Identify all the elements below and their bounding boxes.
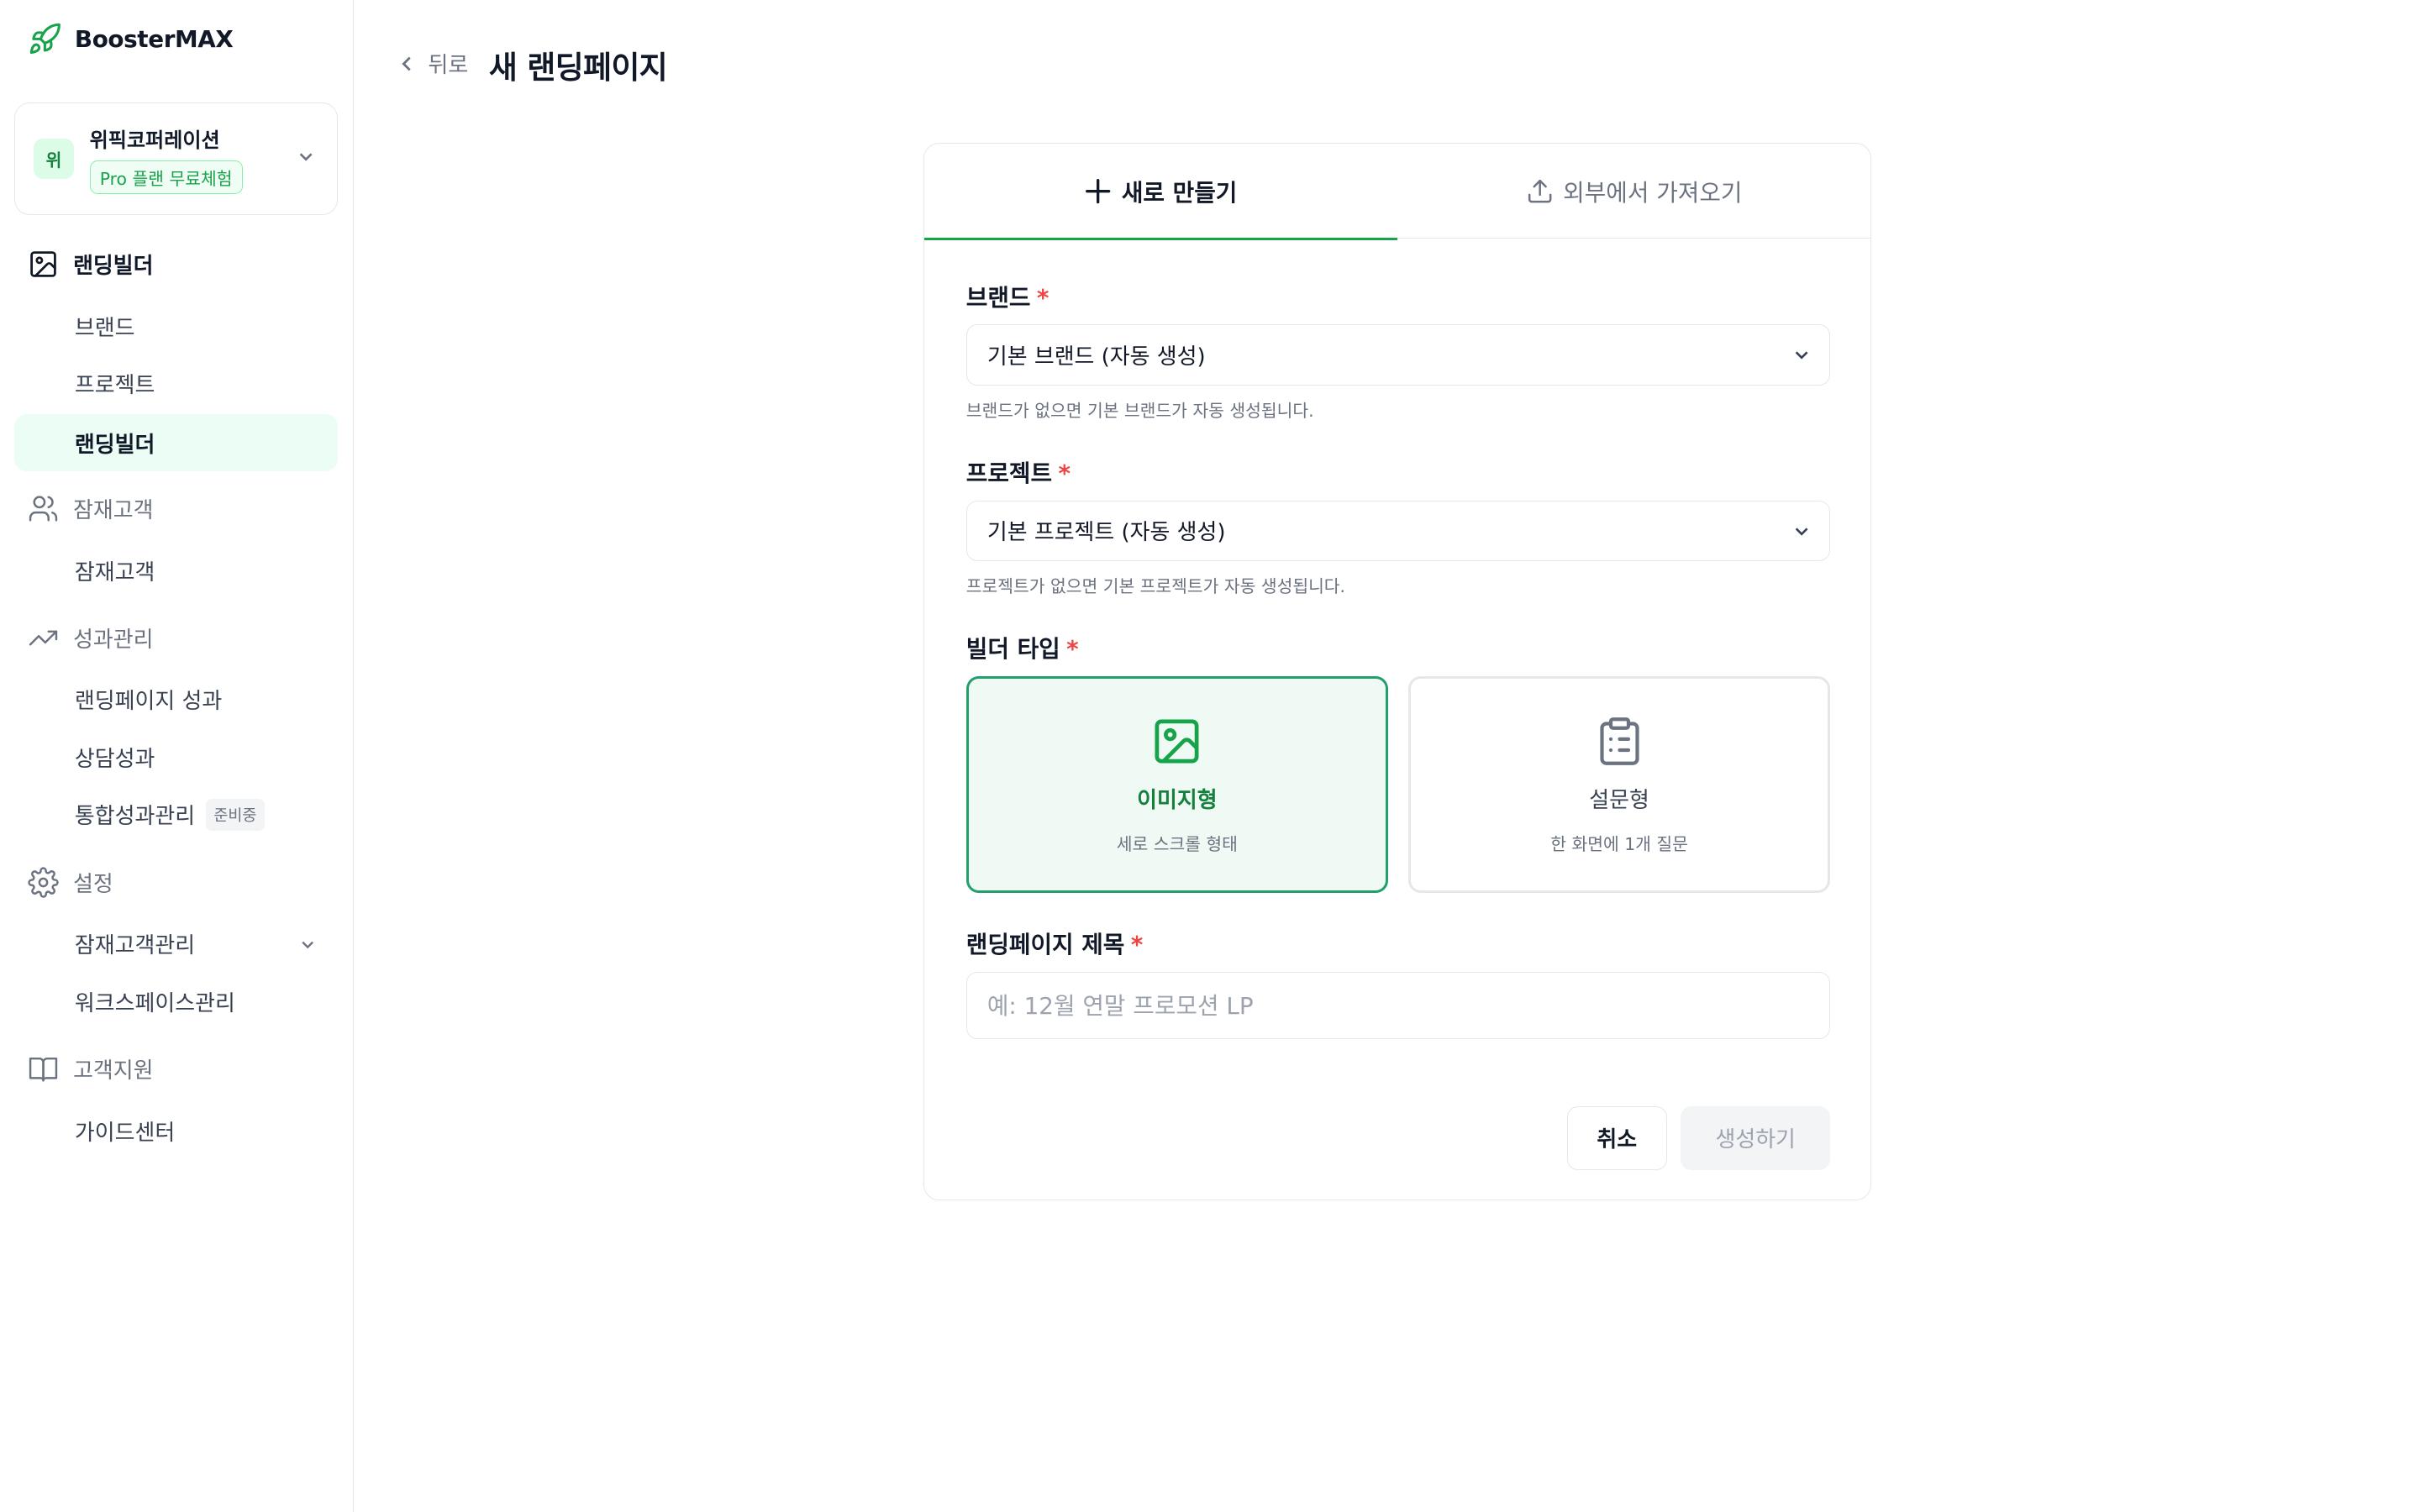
sidebar-item-landing-performance[interactable]: 랜딩페이지 성과 xyxy=(14,671,338,729)
brand-select-value: 기본 브랜드 (자동 생성) xyxy=(986,344,1206,370)
required-mark: * xyxy=(1036,283,1050,312)
option-title: 설문형 xyxy=(1589,788,1649,814)
cancel-button[interactable]: 취소 xyxy=(1567,1105,1667,1170)
tab-label: 새로 만들기 xyxy=(1121,178,1238,207)
tab-label: 외부에서 가져오기 xyxy=(1563,178,1743,207)
sidebar-item-guide-center[interactable]: 가이드센터 xyxy=(14,1102,338,1160)
tab-create-new[interactable]: 새로 만들기 xyxy=(923,144,1397,241)
section-label: 잠재고객 xyxy=(73,498,154,524)
builder-type-image-option[interactable]: 이미지형 세로 스크롤 형태 xyxy=(965,676,1388,893)
brand-help-text: 브랜드가 없으면 기본 브랜드가 자동 생성됩니다. xyxy=(965,400,1314,421)
nav-section-settings[interactable]: 설정 xyxy=(28,867,113,898)
page-title: 새 랜딩페이지 xyxy=(488,50,668,87)
back-label: 뒤로 xyxy=(428,53,469,79)
brand-select[interactable]: 기본 브랜드 (자동 생성) xyxy=(965,324,1831,386)
brand-label: 브랜드 * xyxy=(966,280,1050,313)
section-label: 성과관리 xyxy=(73,627,154,654)
brand-label-text: 브랜드 xyxy=(965,283,1031,312)
nav-section-support[interactable]: 고객지원 xyxy=(28,1053,154,1084)
coming-soon-badge: 준비중 xyxy=(206,799,265,831)
book-icon xyxy=(29,1058,58,1083)
chevron-left-icon xyxy=(402,56,412,71)
org-switcher[interactable]: 위 위픽코퍼레이션 Pro 플랜 무료체험 xyxy=(13,102,339,215)
sidebar-item-project[interactable]: 프로젝트 xyxy=(14,354,338,412)
back-button[interactable]: 뒤로 xyxy=(397,48,468,79)
option-desc: 세로 스크롤 형태 xyxy=(1116,833,1238,854)
required-mark: * xyxy=(1066,635,1079,664)
nav-section-performance[interactable]: 성과관리 xyxy=(28,622,154,654)
tab-bar: 새로 만들기 외부에서 가져오기 xyxy=(923,144,1871,241)
sidebar-item-prospects[interactable]: 잠재고객 xyxy=(14,542,338,600)
sidebar-item-consult-performance[interactable]: 상담성과 xyxy=(14,728,338,786)
sidebar-item-landing-builder[interactable]: 랜딩빌더 xyxy=(13,413,339,472)
org-avatar: 위 xyxy=(33,138,75,180)
chevron-down-icon xyxy=(1795,351,1808,360)
required-mark: * xyxy=(1058,459,1071,488)
image-icon xyxy=(1155,719,1199,764)
org-name: 위픽코퍼레이션 xyxy=(89,129,220,153)
builder-type-label-text: 빌더 타입 xyxy=(965,635,1060,664)
nav-section-prospects[interactable]: 잠재고객 xyxy=(28,493,154,524)
project-label: 프로젝트 * xyxy=(966,455,1071,489)
sidebar-item-label: 잠재고객관리 xyxy=(74,933,196,959)
project-select-value: 기본 프로젝트 (자동 생성) xyxy=(986,520,1226,546)
landing-title-input[interactable] xyxy=(965,972,1831,1039)
app-logo[interactable]: BoosterMAX xyxy=(28,22,234,56)
chevron-down-icon xyxy=(1795,528,1808,536)
upload-icon xyxy=(1528,180,1552,203)
rocket-icon xyxy=(30,23,61,54)
users-icon xyxy=(29,496,58,522)
plus-icon xyxy=(1086,179,1111,204)
image-icon xyxy=(30,251,57,278)
gear-icon xyxy=(28,867,60,898)
plan-badge: Pro 플랜 무료체험 xyxy=(89,160,243,194)
tab-import-external[interactable]: 외부에서 가져오기 xyxy=(1397,144,1870,239)
sidebar: BoosterMAX 위 위픽코퍼레이션 Pro 플랜 무료체험 랜딩빌더 브랜… xyxy=(0,0,354,1512)
sidebar-item-prospect-management[interactable]: 잠재고객관리 xyxy=(14,916,338,974)
required-mark: * xyxy=(1130,931,1144,959)
chevron-down-icon xyxy=(299,153,313,161)
project-select[interactable]: 기본 프로젝트 (자동 생성) xyxy=(965,500,1831,562)
option-desc: 한 화면에 1개 질문 xyxy=(1550,833,1688,854)
builder-type-label: 빌더 타입 * xyxy=(966,631,1079,664)
app-name: BoosterMAX xyxy=(74,24,234,53)
sidebar-item-label: 통합성과관리 xyxy=(74,804,196,830)
create-landing-card: 새로 만들기 외부에서 가져오기 브랜드 * 기본 브랜드 (자동 생성) 브랜드… xyxy=(923,143,1872,1200)
sidebar-item-brand[interactable]: 브랜드 xyxy=(14,297,338,355)
sidebar-item-workspace-management[interactable]: 워크스페이스관리 xyxy=(14,973,338,1031)
project-label-text: 프로젝트 xyxy=(965,459,1053,488)
landing-title-label: 랜딩페이지 제목 * xyxy=(966,927,1144,960)
chevron-down-icon xyxy=(302,941,313,948)
trending-up-icon xyxy=(29,630,58,646)
section-label: 고객지원 xyxy=(73,1058,154,1084)
section-label: 설정 xyxy=(73,872,113,898)
nav-section-landing-builder[interactable]: 랜딩빌더 xyxy=(28,249,154,280)
landing-title-label-text: 랜딩페이지 제목 xyxy=(965,931,1125,959)
project-help-text: 프로젝트가 없으면 기본 프로젝트가 자동 생성됩니다. xyxy=(965,576,1346,596)
section-label: 랜딩빌더 xyxy=(73,254,154,280)
sidebar-item-integrated-performance[interactable]: 통합성과관리 준비중 xyxy=(14,786,338,844)
option-title: 이미지형 xyxy=(1137,788,1218,814)
create-button[interactable]: 생성하기 xyxy=(1681,1105,1831,1170)
builder-type-survey-option[interactable]: 설문형 한 화면에 1개 질문 xyxy=(1408,676,1831,893)
app-root: BoosterMAX 위 위픽코퍼레이션 Pro 플랜 무료체험 랜딩빌더 브랜… xyxy=(0,0,2419,1512)
clipboard-icon xyxy=(1599,717,1639,765)
